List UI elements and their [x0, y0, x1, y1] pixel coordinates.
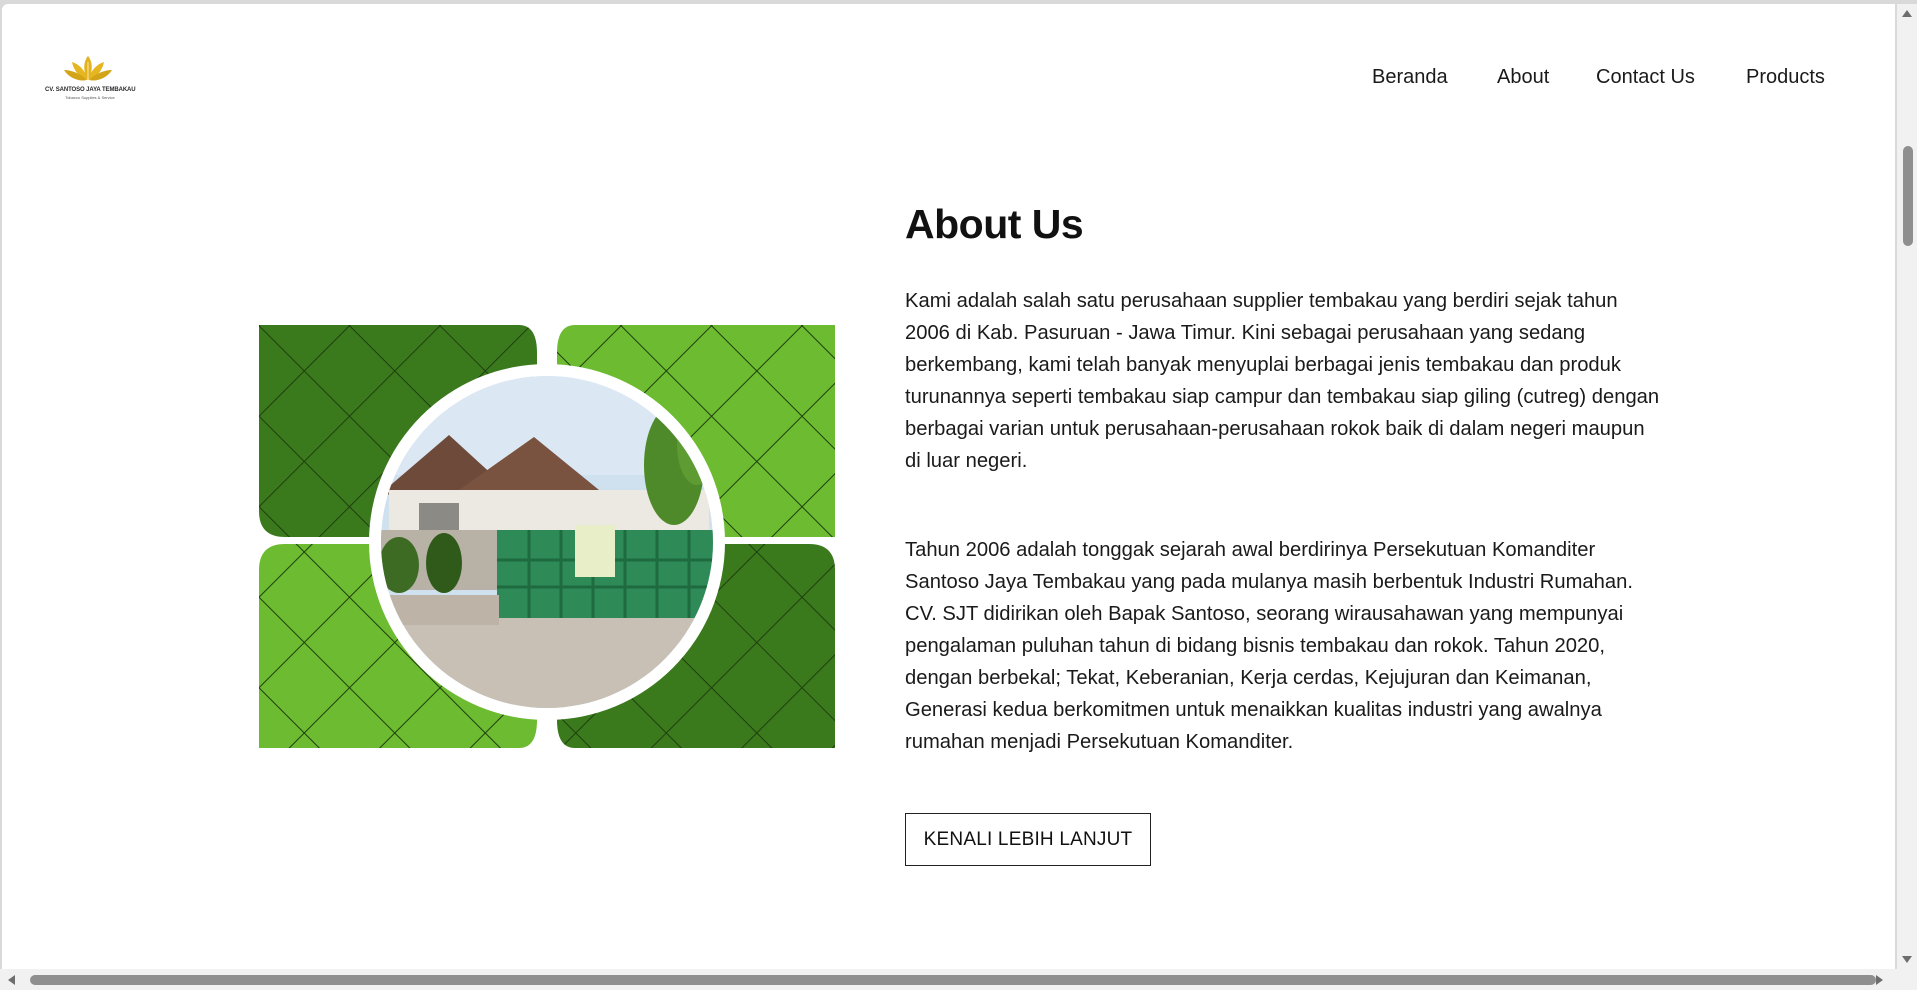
tobacco-leaf-logo-icon	[64, 56, 112, 81]
brand-tagline: Tobacco Supplies & Service	[65, 95, 115, 100]
about-title: About Us	[905, 201, 1084, 247]
brand-name: CV. SANTOSO JAYA TEMBAKAU	[45, 87, 136, 93]
scroll-down-icon[interactable]	[1902, 956, 1912, 963]
learn-more-button[interactable]: KENALI LEBIH LANJUT	[905, 813, 1151, 866]
about-hero-image	[259, 325, 835, 748]
nav-item-contact-us[interactable]: Contact Us	[1596, 66, 1695, 89]
horizontal-scroll-thumb[interactable]	[30, 975, 1876, 985]
nav-item-about[interactable]: About	[1497, 66, 1549, 89]
scroll-left-icon[interactable]	[8, 975, 15, 985]
page-viewport: CV. SANTOSO JAYA TEMBAKAU Tobacco Suppli…	[2, 4, 1895, 969]
nav-item-products[interactable]: Products	[1746, 66, 1825, 89]
scroll-up-icon[interactable]	[1902, 10, 1912, 17]
nav-item-beranda[interactable]: Beranda	[1372, 66, 1448, 89]
about-paragraph-2: Tahun 2006 adalah tonggak sejarah awal b…	[905, 539, 1633, 753]
about-paragraph-1: Kami adalah salah satu perusahaan suppli…	[905, 290, 1660, 472]
vertical-scroll-thumb[interactable]	[1903, 146, 1913, 246]
horizontal-scrollbar[interactable]	[0, 969, 1917, 990]
scroll-right-icon[interactable]	[1876, 975, 1883, 985]
scrollbar-corner	[1897, 969, 1917, 990]
vertical-scrollbar[interactable]	[1897, 4, 1917, 969]
brand-logo[interactable]: CV. SANTOSO JAYA TEMBAKAU Tobacco Suppli…	[45, 54, 136, 102]
